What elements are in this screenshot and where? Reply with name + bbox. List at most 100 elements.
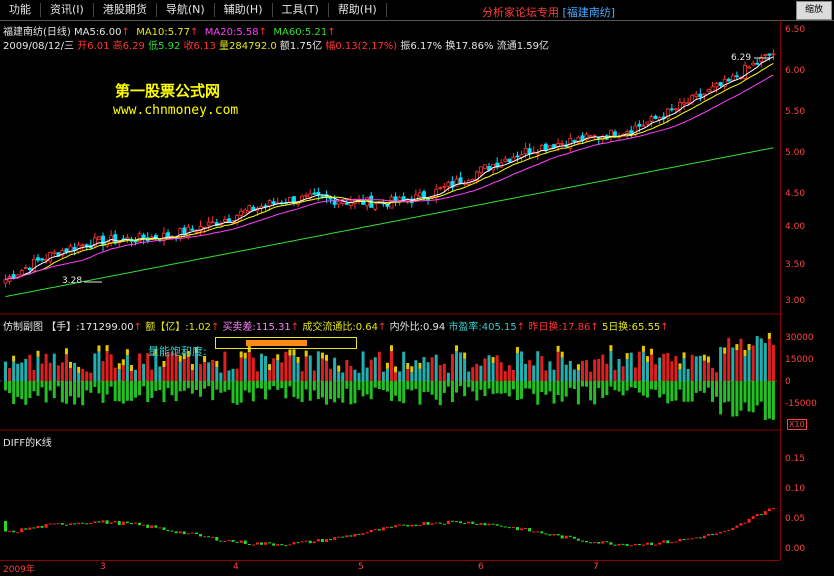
price-candle (495, 157, 500, 170)
volume-bar (16, 363, 20, 397)
diff-candle (385, 526, 389, 528)
volume-bar (272, 358, 276, 387)
volume-bar (255, 371, 259, 389)
diff-candle (69, 523, 73, 525)
diff-candle (589, 542, 593, 544)
diff-candle (735, 525, 739, 528)
diff-candle (56, 523, 60, 525)
volume-bar (89, 372, 93, 393)
diff-candle (536, 531, 540, 533)
volume-bar (479, 365, 483, 390)
price-candle (97, 235, 101, 241)
volume-bar (300, 371, 304, 403)
diff-candle (20, 528, 24, 533)
volume-bar (81, 368, 85, 406)
diff-candle (495, 524, 499, 526)
diff-candle (276, 544, 280, 546)
diff-candle (300, 541, 304, 543)
price-candle (19, 268, 24, 276)
price-candle (759, 54, 764, 68)
diff-candle (81, 522, 85, 524)
volume-bar (390, 345, 393, 401)
diff-candle (369, 529, 373, 533)
volume-bar (113, 367, 117, 402)
diff-candle (8, 530, 12, 532)
diff-candle (727, 530, 731, 532)
price-candle (458, 171, 463, 185)
volume-bar (576, 364, 580, 405)
diff-candle (605, 541, 609, 543)
volume-bar (312, 370, 316, 391)
vol-tick: 15000 (785, 355, 814, 365)
volume-bar (341, 372, 345, 403)
volume-bar (377, 351, 381, 390)
volume-bar (117, 363, 121, 402)
diff-candle (430, 523, 434, 525)
volume-bar (178, 355, 182, 392)
diff-candle (64, 524, 68, 526)
volume-bar (662, 353, 666, 395)
diff-candle (459, 521, 463, 524)
diff-candle (304, 540, 308, 542)
diff-candle (450, 520, 454, 522)
high-price-label: 6.29 (731, 53, 752, 63)
diff-candle (203, 536, 207, 538)
price-candle (503, 155, 508, 163)
volume-bar (637, 351, 641, 393)
sub-buy-sell: 买卖差:115.31 (222, 322, 291, 333)
diff-candle (52, 523, 56, 525)
diff-candle (507, 527, 511, 529)
volume-bar (174, 352, 178, 402)
volume-bar (706, 356, 710, 388)
volume-bar (568, 360, 572, 388)
diff-candle (613, 544, 617, 546)
volume-bar (645, 356, 649, 398)
volume-bar (259, 353, 263, 389)
diff-candle (394, 525, 398, 528)
volume-bar (475, 363, 479, 401)
price-candle (544, 142, 548, 154)
masked-area (240, 279, 470, 305)
diff-candle (650, 542, 654, 546)
diff-candle (706, 534, 710, 536)
volume-bar (296, 356, 300, 399)
diff-candle (40, 525, 44, 528)
volume-bar (402, 351, 406, 404)
diff-candle (759, 514, 763, 516)
volume-bar (731, 347, 735, 417)
diff-candle (438, 522, 442, 524)
volume-bar (771, 344, 775, 420)
diff-candle (255, 542, 259, 545)
diff-candle (715, 533, 719, 535)
x-tick: 5 (358, 562, 364, 572)
volume-bar (487, 355, 491, 389)
volume-bar (702, 354, 706, 393)
price-candle (210, 216, 215, 224)
diff-candle (85, 523, 89, 525)
diff-candle (617, 543, 621, 546)
volume-bar (12, 355, 16, 405)
volume-bar (633, 367, 637, 388)
volume-bar (694, 356, 698, 393)
diff-candle (162, 527, 166, 530)
volume-bar (682, 352, 686, 402)
diff-candle (158, 527, 162, 529)
diff-candle (552, 534, 556, 536)
volume-bar (747, 343, 751, 412)
diff-candle (601, 541, 605, 544)
diff-candle (194, 532, 198, 535)
volume-bar (109, 354, 113, 387)
diff-candle (219, 540, 223, 542)
volume-bar (641, 345, 645, 396)
volume-bar (329, 368, 333, 399)
volume-bar (572, 369, 576, 389)
vol-unit-badge: X10 (787, 419, 807, 430)
volume-bar (203, 355, 207, 389)
diff-candle (690, 538, 694, 540)
price-candle (568, 133, 573, 153)
diff-candle (44, 524, 48, 528)
volume-bar (215, 361, 219, 390)
price-candle (239, 207, 244, 222)
diff-candle (93, 521, 97, 524)
vol-tick: -15000 (785, 399, 817, 409)
